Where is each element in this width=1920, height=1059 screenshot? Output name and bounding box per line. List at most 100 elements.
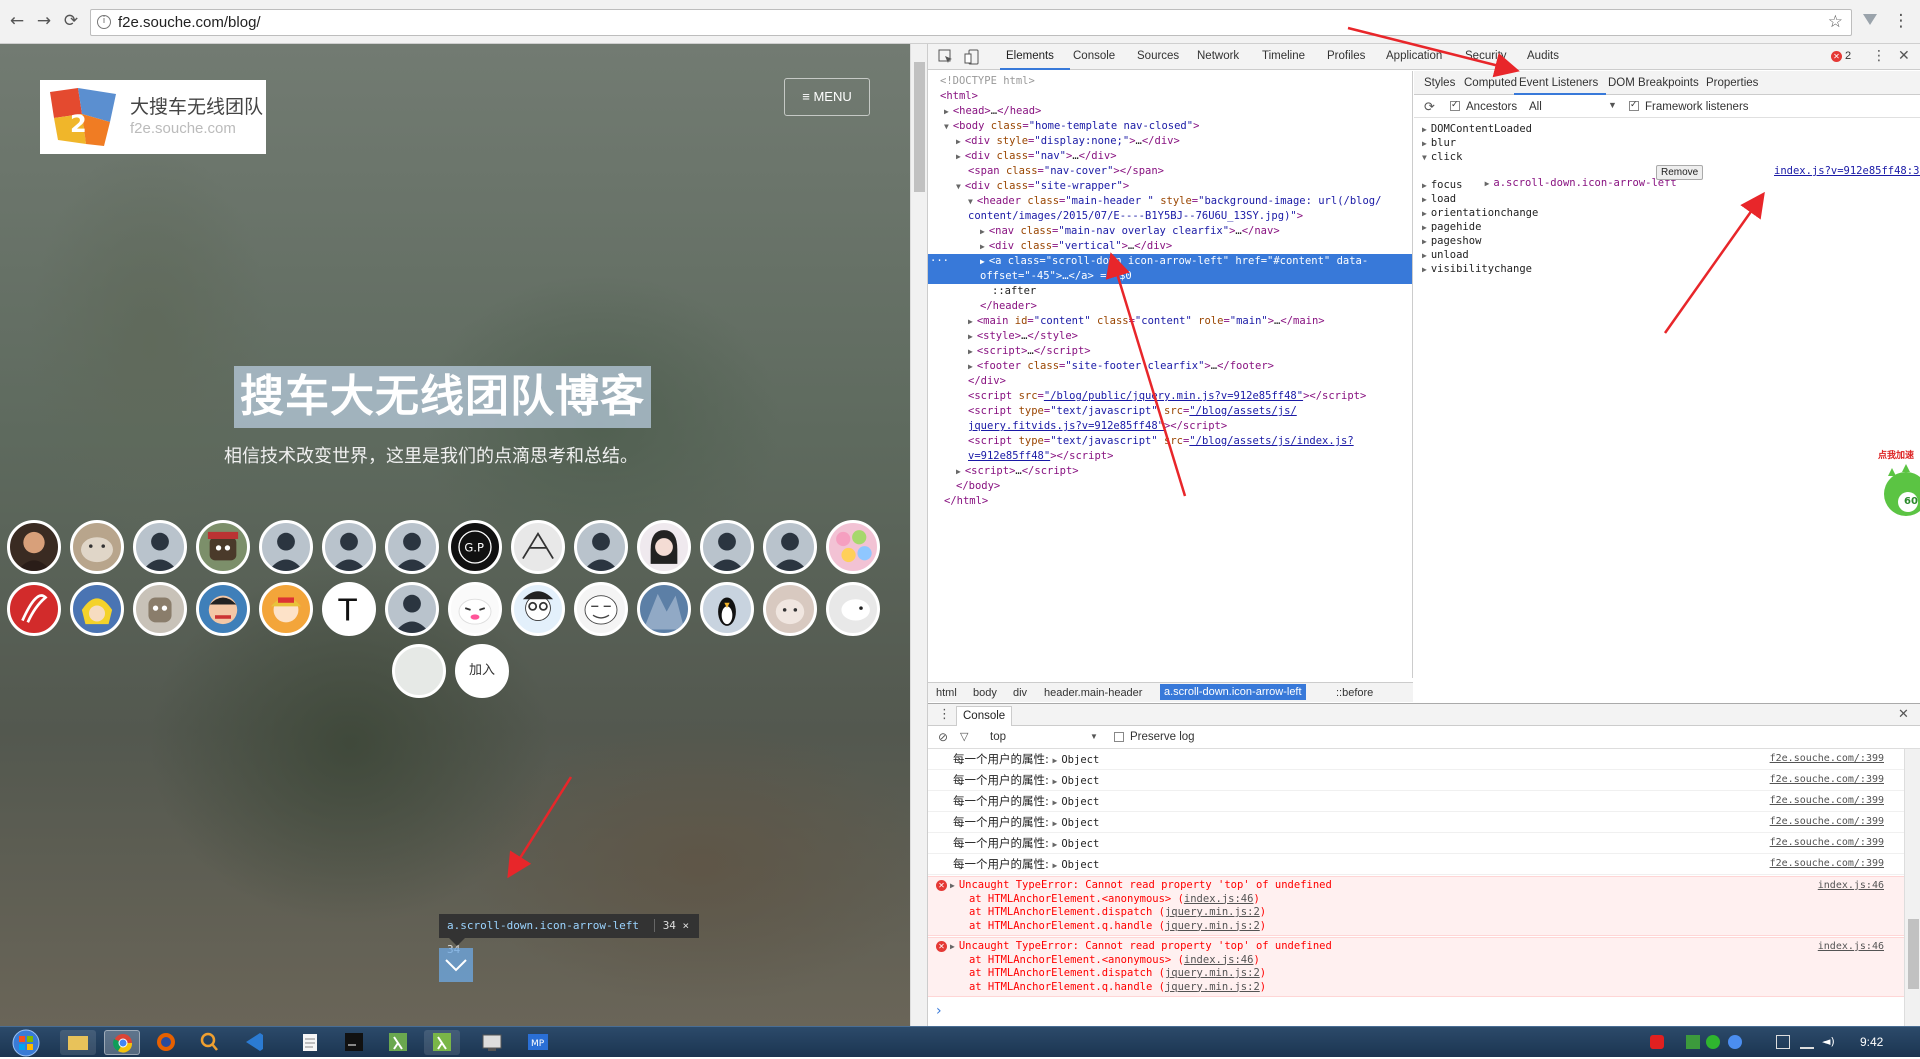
tab-console-drawer[interactable]: Console xyxy=(956,706,1013,726)
member-avatar[interactable] xyxy=(763,520,817,574)
console-log-row[interactable]: 每一个用户的属性: ▶ Object f2e.souche.com/:399 xyxy=(928,770,1904,791)
close-devtools-icon[interactable]: ✕ xyxy=(1898,48,1910,64)
dom-node[interactable]: ▶ <div class="vertical">…</div> xyxy=(980,239,1412,254)
log-source-link[interactable]: f2e.souche.com/:399 xyxy=(1770,770,1884,790)
console-prompt[interactable]: › xyxy=(936,1003,942,1019)
member-avatar[interactable] xyxy=(448,582,502,636)
member-avatar[interactable] xyxy=(133,520,187,574)
console-log-row[interactable]: 每一个用户的属性: ▶ Object f2e.souche.com/:399 xyxy=(928,812,1904,833)
log-source-link[interactable]: f2e.souche.com/:399 xyxy=(1770,791,1884,811)
member-avatar[interactable] xyxy=(385,582,439,636)
preserve-log-checkbox[interactable] xyxy=(1114,732,1124,744)
member-avatar[interactable] xyxy=(700,520,754,574)
info-icon[interactable]: i xyxy=(97,15,111,29)
address-bar[interactable]: i f2e.souche.com/blog/ ☆ xyxy=(90,9,1852,36)
filter-icon[interactable]: ▽ xyxy=(960,730,968,743)
tab-network[interactable]: Network xyxy=(1197,50,1239,62)
dom-node[interactable]: ▼ <header class="main-header " style="bac… xyxy=(968,194,1412,209)
console-log-row[interactable]: 每一个用户的属性: ▶ Object f2e.souche.com/:399 xyxy=(928,749,1904,770)
console-log-row[interactable]: 每一个用户的属性: ▶ Object f2e.souche.com/:399 xyxy=(928,854,1904,875)
handler-source-link[interactable]: index.js?v=912e85ff48:36 xyxy=(1774,165,1920,177)
member-avatar[interactable]: G.P xyxy=(448,520,502,574)
member-avatar[interactable] xyxy=(511,520,565,574)
event-item[interactable]: ▶ focus xyxy=(1422,179,1462,191)
stack-link[interactable]: jquery.min.js:2 xyxy=(1165,906,1260,918)
page-scrollbar[interactable] xyxy=(910,44,927,1026)
context-select[interactable]: top xyxy=(990,731,1006,743)
chrome-icon[interactable] xyxy=(104,1030,140,1055)
tray-app-icon[interactable] xyxy=(1686,1035,1700,1049)
event-item[interactable]: ▼ click xyxy=(1422,151,1462,163)
breadcrumb-item[interactable]: header.main-header xyxy=(1044,687,1142,699)
event-item[interactable]: ▶ pagehide xyxy=(1422,221,1481,233)
tab-sources[interactable]: Sources xyxy=(1137,50,1179,62)
forward-icon[interactable]: → xyxy=(33,10,55,32)
dom-node[interactable]: <script type="text/javascript" src="/blo… xyxy=(968,434,1412,449)
tab-console[interactable]: Console xyxy=(1073,50,1115,62)
dom-node[interactable]: </html> xyxy=(944,494,1412,509)
screen-capture-icon[interactable] xyxy=(474,1030,510,1055)
chevron-down-icon[interactable]: ▼ xyxy=(1608,100,1617,110)
stack-link[interactable]: jquery.min.js:2 xyxy=(1165,967,1260,979)
close-drawer-icon[interactable]: ✕ xyxy=(1898,707,1909,722)
click-handler-row[interactable]: ▶ a.scroll-down.icon-arrow-left Remove in… xyxy=(1434,165,1920,189)
bookmark-star-icon[interactable]: ☆ xyxy=(1828,12,1843,32)
dom-node[interactable]: </div> xyxy=(968,374,1412,389)
tab-elements[interactable]: Elements xyxy=(1006,50,1054,62)
event-item[interactable]: ▶ blur xyxy=(1422,137,1456,149)
network-icon[interactable] xyxy=(1800,1035,1814,1049)
breadcrumb-item[interactable]: body xyxy=(973,687,997,699)
tray-app-icon[interactable] xyxy=(1650,1035,1664,1049)
event-item[interactable]: ▶ pageshow xyxy=(1422,235,1481,247)
event-item[interactable]: ▶ orientationchange xyxy=(1422,207,1538,219)
member-avatar[interactable] xyxy=(259,520,313,574)
site-logo[interactable]: 2 大搜车无线团队 f2e.souche.com xyxy=(40,80,266,154)
member-avatar[interactable] xyxy=(763,582,817,636)
dom-node[interactable]: content/images/2015/07/E----B1Y5BJ--76U6… xyxy=(968,209,1412,224)
refresh-icon[interactable]: ⟳ xyxy=(1424,99,1435,115)
dom-node[interactable]: ::after xyxy=(992,284,1412,299)
error-source-link[interactable]: index.js:46 xyxy=(1818,940,1884,954)
member-avatar[interactable] xyxy=(700,582,754,636)
dom-node[interactable]: <span class="nav-cover"></span> xyxy=(968,164,1412,179)
member-avatar[interactable] xyxy=(133,582,187,636)
chevron-down-icon[interactable]: ▼ xyxy=(1090,732,1098,741)
event-item[interactable]: ▶ DOMContentLoaded xyxy=(1422,123,1532,135)
tab-audits[interactable]: Audits xyxy=(1527,50,1559,62)
dom-node[interactable]: </header> xyxy=(980,299,1412,314)
breadcrumb-item[interactable]: html xyxy=(936,687,957,699)
tab-timeline[interactable]: Timeline xyxy=(1262,50,1305,62)
dom-node[interactable]: ▼ <body class="home-template nav-closed"> xyxy=(944,119,1412,134)
lambda-app-icon[interactable] xyxy=(380,1030,416,1055)
dom-node[interactable]: <html> xyxy=(940,89,1412,104)
volume-icon[interactable]: ◄) xyxy=(1822,1035,1836,1049)
error-source-link[interactable]: index.js:46 xyxy=(1818,879,1884,893)
stack-link[interactable]: jquery.min.js:2 xyxy=(1165,920,1260,932)
console-log-row[interactable]: 每一个用户的属性: ▶ Object f2e.souche.com/:399 xyxy=(928,833,1904,854)
tray-app-icon[interactable] xyxy=(1728,1035,1742,1049)
device-mode-icon[interactable] xyxy=(964,49,980,65)
member-avatar[interactable] xyxy=(259,582,313,636)
member-avatar[interactable] xyxy=(70,582,124,636)
vscode-icon[interactable] xyxy=(236,1030,272,1055)
tab-profiles[interactable]: Profiles xyxy=(1327,50,1365,62)
member-avatar[interactable] xyxy=(322,520,376,574)
devtools-menu-icon[interactable]: ⋮ xyxy=(1872,48,1886,64)
dom-node[interactable]: ▶ <script>…</script> xyxy=(968,344,1412,359)
clear-console-icon[interactable]: ⊘ xyxy=(938,730,948,744)
extension-icon[interactable] xyxy=(1862,11,1878,27)
dom-node[interactable]: ▶ <script>…</script> xyxy=(956,464,1412,479)
member-avatar[interactable] xyxy=(574,582,628,636)
taskbar-clock[interactable]: 9:42 xyxy=(1860,1035,1883,1049)
error-count[interactable]: 2 xyxy=(1845,50,1851,62)
notepad-icon[interactable] xyxy=(292,1030,328,1055)
dom-node[interactable]: ▶ <footer class="site-footer clearfix">…<… xyxy=(968,359,1412,374)
explorer-icon[interactable] xyxy=(60,1030,96,1055)
console-error-row[interactable]: ✕ ▶ Uncaught TypeError: Cannot read prope… xyxy=(928,937,1904,997)
framework-listeners-checkbox[interactable] xyxy=(1629,99,1639,113)
dom-node[interactable]: ▶ <div style="display:none;">…</div> xyxy=(956,134,1412,149)
tab-security[interactable]: Security xyxy=(1465,50,1507,62)
log-source-link[interactable]: f2e.souche.com/:399 xyxy=(1770,854,1884,874)
dom-node[interactable]: </body> xyxy=(956,479,1412,494)
console-scrollbar[interactable] xyxy=(1904,749,1920,1027)
